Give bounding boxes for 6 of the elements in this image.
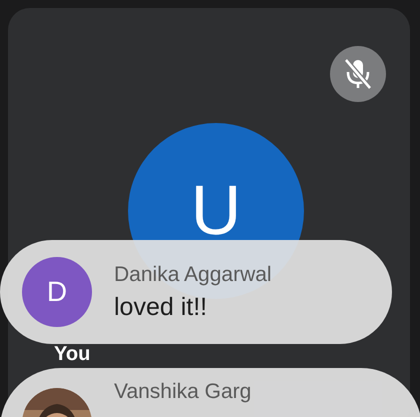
avatar-letter: U	[190, 179, 242, 241]
participant-name: You	[54, 343, 90, 366]
sender-avatar: D	[22, 257, 92, 327]
sender-name: Danika Aggarwal	[114, 262, 272, 286]
message-text: loved it!!	[114, 292, 208, 322]
sender-name: Vanshika Garg	[114, 380, 252, 404]
